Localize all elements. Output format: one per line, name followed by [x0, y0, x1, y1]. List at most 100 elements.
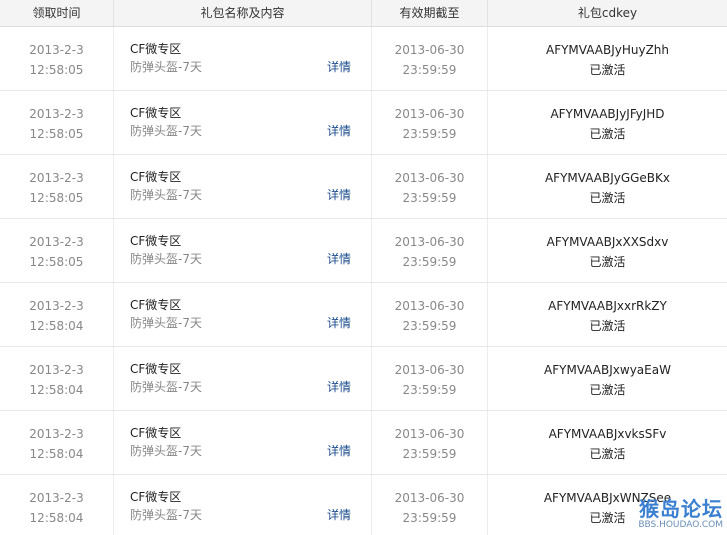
gift-name: CF微专区 — [130, 106, 182, 120]
claim-time: 12:58:04 — [29, 511, 84, 525]
claim-date: 2013-2-3 — [29, 43, 84, 57]
claim-date: 2013-2-3 — [29, 171, 84, 185]
detail-link[interactable]: 详情 — [327, 250, 351, 268]
claim-time: 12:58:04 — [29, 319, 84, 333]
table-row: 2013-2-3 12:58:04 CF微专区 防弹头盔-7天 详情 2013-… — [0, 475, 727, 535]
gift-cell: CF微专区 防弹头盔-7天 详情 — [114, 475, 372, 535]
claim-time: 12:58:05 — [29, 255, 84, 269]
claim-time-cell: 2013-2-3 12:58:05 — [0, 155, 114, 218]
expire-time: 23:59:59 — [402, 383, 457, 397]
gift-name: CF微专区 — [130, 42, 182, 56]
gift-name: CF微专区 — [130, 234, 182, 248]
gift-name: CF微专区 — [130, 490, 182, 504]
activation-status: 已激活 — [589, 191, 626, 205]
gift-cell: CF微专区 防弹头盔-7天 详情 — [114, 347, 372, 410]
gift-cell: CF微专区 防弹头盔-7天 详情 — [114, 155, 372, 218]
cdkey-code[interactable]: AFYMVAABJyJFyJHD — [488, 104, 727, 124]
claim-time: 12:58:04 — [29, 383, 84, 397]
expire-date: 2013-06-30 — [394, 491, 465, 505]
watermark-subtitle: BBS.HOUDAO.COM — [638, 520, 723, 530]
claim-date: 2013-2-3 — [29, 107, 84, 121]
claim-time-cell: 2013-2-3 12:58:04 — [0, 347, 114, 410]
claim-time-cell: 2013-2-3 12:58:05 — [0, 219, 114, 282]
expire-time: 23:59:59 — [402, 255, 457, 269]
expire-time: 23:59:59 — [402, 511, 457, 525]
cdkey-code[interactable]: AFYMVAABJyHuyZhh — [488, 40, 727, 60]
claim-time: 12:58:04 — [29, 447, 84, 461]
cdkey-code[interactable]: AFYMVAABJxXXSdxv — [488, 232, 727, 252]
detail-link[interactable]: 详情 — [327, 442, 351, 460]
gift-name: CF微专区 — [130, 362, 182, 376]
table-row: 2013-2-3 12:58:05 CF微专区 防弹头盔-7天 详情 2013-… — [0, 91, 727, 155]
expire-date: 2013-06-30 — [394, 299, 465, 313]
expire-cell: 2013-06-30 23:59:59 — [372, 347, 488, 410]
claim-time-cell: 2013-2-3 12:58:04 — [0, 411, 114, 474]
activation-status: 已激活 — [589, 383, 626, 397]
detail-link[interactable]: 详情 — [327, 186, 351, 204]
header-cdkey: 礼包cdkey — [577, 6, 638, 20]
expire-time: 23:59:59 — [402, 191, 457, 205]
expire-cell: 2013-06-30 23:59:59 — [372, 27, 488, 90]
activation-status: 已激活 — [589, 255, 626, 269]
activation-status: 已激活 — [589, 63, 626, 77]
claim-date: 2013-2-3 — [29, 491, 84, 505]
claim-time-cell: 2013-2-3 12:58:04 — [0, 283, 114, 346]
detail-link[interactable]: 详情 — [327, 506, 351, 524]
header-expire-date: 有效期截至 — [372, 0, 488, 26]
cdkey-cell: AFYMVAABJxwyaEaW 已激活 — [488, 347, 727, 410]
gift-name: CF微专区 — [130, 426, 182, 440]
cdkey-cell: AFYMVAABJxvksSFv 已激活 — [488, 411, 727, 474]
claim-date: 2013-2-3 — [29, 427, 84, 441]
table-body: 2013-2-3 12:58:05 CF微专区 防弹头盔-7天 详情 2013-… — [0, 27, 727, 535]
activation-status: 已激活 — [589, 447, 626, 461]
detail-link[interactable]: 详情 — [327, 378, 351, 396]
expire-time: 23:59:59 — [402, 319, 457, 333]
site-watermark-logo: 猴岛论坛 BBS.HOUDAO.COM — [627, 498, 723, 532]
gift-name: CF微专区 — [130, 298, 182, 312]
table-row: 2013-2-3 12:58:05 CF微专区 防弹头盔-7天 详情 2013-… — [0, 155, 727, 219]
table-header: 领取时间 礼包名称及内容 有效期截至 礼包cdkey — [0, 0, 727, 27]
gift-name: CF微专区 — [130, 170, 182, 184]
activation-status: 已激活 — [589, 127, 626, 141]
expire-cell: 2013-06-30 23:59:59 — [372, 219, 488, 282]
claim-time-cell: 2013-2-3 12:58:05 — [0, 27, 114, 90]
detail-link[interactable]: 详情 — [327, 58, 351, 76]
detail-link[interactable]: 详情 — [327, 122, 351, 140]
claim-date: 2013-2-3 — [29, 299, 84, 313]
gift-cell: CF微专区 防弹头盔-7天 详情 — [114, 411, 372, 474]
claim-date: 2013-2-3 — [29, 363, 84, 377]
expire-date: 2013-06-30 — [394, 427, 465, 441]
header-claim-time: 领取时间 — [0, 0, 114, 26]
cdkey-cell: AFYMVAABJxXXSdxv 已激活 — [488, 219, 727, 282]
cdkey-code[interactable]: AFYMVAABJxvksSFv — [488, 424, 727, 444]
activation-status: 已激活 — [589, 319, 626, 333]
cdkey-code[interactable]: AFYMVAABJxxrRkZY — [488, 296, 727, 316]
expire-time: 23:59:59 — [402, 127, 457, 141]
expire-date: 2013-06-30 — [394, 363, 465, 377]
expire-time: 23:59:59 — [402, 447, 457, 461]
expire-cell: 2013-06-30 23:59:59 — [372, 411, 488, 474]
claim-time-cell: 2013-2-3 12:58:05 — [0, 91, 114, 154]
expire-date: 2013-06-30 — [394, 171, 465, 185]
expire-cell: 2013-06-30 23:59:59 — [372, 283, 488, 346]
table-row: 2013-2-3 12:58:05 CF微专区 防弹头盔-7天 详情 2013-… — [0, 219, 727, 283]
expire-date: 2013-06-30 — [394, 235, 465, 249]
cdkey-cell: AFYMVAABJxxrRkZY 已激活 — [488, 283, 727, 346]
claim-time-cell: 2013-2-3 12:58:04 — [0, 475, 114, 535]
detail-link[interactable]: 详情 — [327, 314, 351, 332]
cdkey-code[interactable]: AFYMVAABJyGGeBKx — [488, 168, 727, 188]
claim-date: 2013-2-3 — [29, 235, 84, 249]
expire-cell: 2013-06-30 23:59:59 — [372, 475, 488, 535]
gift-cell: CF微专区 防弹头盔-7天 详情 — [114, 27, 372, 90]
expire-cell: 2013-06-30 23:59:59 — [372, 155, 488, 218]
gift-cell: CF微专区 防弹头盔-7天 详情 — [114, 91, 372, 154]
table-row: 2013-2-3 12:58:05 CF微专区 防弹头盔-7天 详情 2013-… — [0, 27, 727, 91]
claim-time: 12:58:05 — [29, 127, 84, 141]
table-row: 2013-2-3 12:58:04 CF微专区 防弹头盔-7天 详情 2013-… — [0, 347, 727, 411]
gift-history-table: 领取时间 礼包名称及内容 有效期截至 礼包cdkey 2013-2-3 12:5… — [0, 0, 727, 535]
watermark-title: 猴岛论坛 — [639, 497, 723, 521]
gift-cell: CF微专区 防弹头盔-7天 详情 — [114, 283, 372, 346]
cdkey-code[interactable]: AFYMVAABJxwyaEaW — [488, 360, 727, 380]
claim-time: 12:58:05 — [29, 191, 84, 205]
table-row: 2013-2-3 12:58:04 CF微专区 防弹头盔-7天 详情 2013-… — [0, 411, 727, 475]
